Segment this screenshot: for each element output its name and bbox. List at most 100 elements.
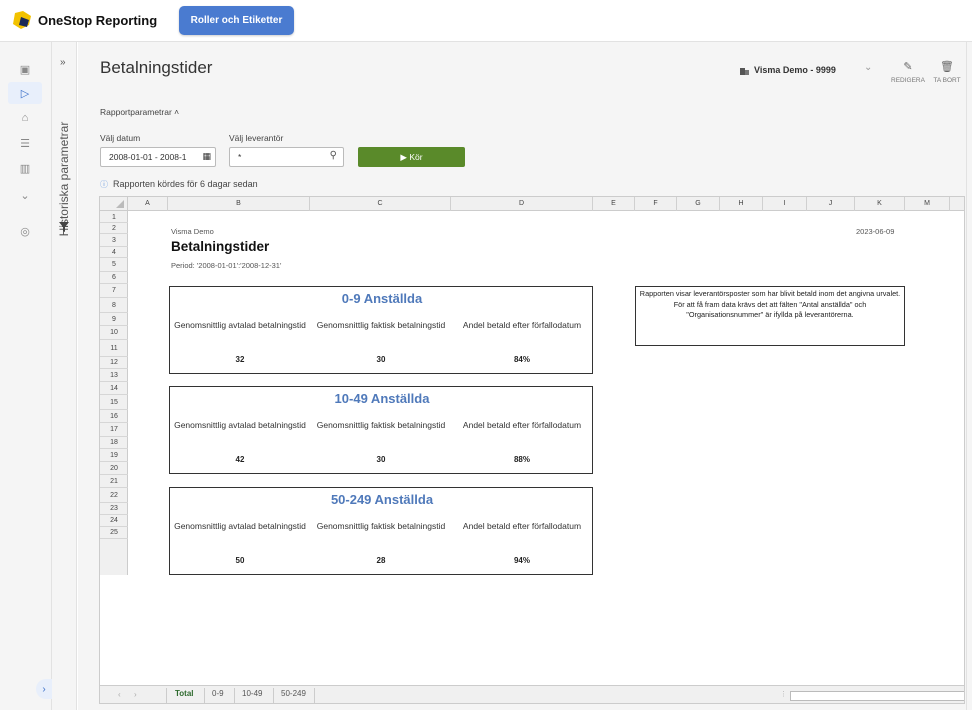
trash-icon: 🗑 [940, 61, 954, 73]
onestop-logo-icon [13, 11, 31, 29]
chevron-down-icon[interactable]: ⌄ [8, 184, 42, 206]
settings-icon[interactable]: ◎ [8, 220, 42, 242]
column-header[interactable]: F [635, 197, 677, 211]
row-header[interactable]: 20 [100, 462, 128, 475]
metric-label: Andel betald efter förfallodatum [462, 521, 582, 531]
metric-label: Genomsnittlig avtalad betalningstid [174, 521, 306, 531]
metric-value: 28 [376, 556, 386, 565]
column-header[interactable]: B [168, 197, 310, 211]
tab-50-249[interactable]: 50-249 [281, 689, 306, 698]
play-icon[interactable]: ▷ [8, 82, 42, 104]
metric-label: Genomsnittlig avtalad betalningstid [174, 420, 306, 430]
column-header[interactable]: K [855, 197, 905, 211]
search-icon[interactable]: ⚲ [330, 150, 337, 161]
row-header[interactable]: 1 [100, 212, 128, 223]
column-header[interactable]: M [905, 197, 950, 211]
metric-value: 30 [376, 455, 386, 464]
date-label: Välj datum [100, 133, 141, 143]
tab-total[interactable]: Total [175, 689, 194, 698]
building-icon [740, 68, 749, 75]
row-header[interactable]: 13 [100, 369, 128, 382]
group-title: 0-9 Anställda [341, 291, 423, 306]
group-title: 50-249 Anställda [330, 492, 434, 507]
metric-label: Genomsnittlig faktisk betalningstid [316, 521, 446, 531]
supplier-field[interactable]: * ⚲ [229, 147, 344, 167]
date-field[interactable]: 2008-01-01 - 2008-1 ▦ [100, 147, 216, 167]
row-header[interactable]: 11 [100, 340, 128, 357]
row-header[interactable]: 18 [100, 437, 128, 449]
lock-icon[interactable]: ⌂ [8, 107, 42, 129]
row-header[interactable]: 23 [100, 503, 128, 515]
group-title: 10-49 Anställda [334, 391, 430, 406]
row-header[interactable]: 19 [100, 449, 128, 462]
filter-icon[interactable] [59, 222, 69, 232]
row-header[interactable]: 5 [100, 258, 128, 272]
checklist-icon[interactable]: ☰ [8, 132, 42, 154]
column-header[interactable]: E [593, 197, 635, 211]
history-panel[interactable]: » Historiska parametrar [52, 42, 77, 710]
row-header[interactable]: 4 [100, 247, 128, 258]
row-header[interactable]: 25 [100, 527, 128, 539]
roles-and-labels-button[interactable]: Roller och Etiketter [179, 6, 294, 35]
edit-button[interactable]: ✎ REDIGERA [888, 60, 928, 84]
row-header[interactable]: 16 [100, 410, 128, 423]
expand-history-icon[interactable]: » [60, 57, 66, 68]
row-header[interactable]: 17 [100, 423, 128, 437]
sheet-tab-bar: ‹ › Total 0-9 10-49 50-249 ⋮ [100, 685, 964, 703]
column-header[interactable]: I [763, 197, 807, 211]
tab-10-49[interactable]: 10-49 [242, 689, 262, 698]
column-header[interactable]: J [807, 197, 855, 211]
horizontal-scrollbar[interactable] [790, 691, 964, 701]
row-header[interactable]: 22 [100, 488, 128, 503]
row-header[interactable]: 12 [100, 357, 128, 369]
column-header[interactable]: D [451, 197, 593, 211]
scroll-grip-icon: ⋮ [780, 691, 787, 698]
row-header[interactable]: 8 [100, 298, 128, 313]
expand-nav-button[interactable]: › [36, 679, 52, 699]
calendar-icon[interactable]: ▦ [202, 151, 211, 162]
library-icon[interactable]: ▥ [8, 157, 42, 179]
left-navigation: ▣ ▷ ⌂ ☰ ▥ ⌄ ◎ › [0, 42, 52, 710]
spreadsheet[interactable]: A B C D E F G H I J K M 1 2 3 4 5 6 7 8 9 10 11 12 1… [99, 196, 965, 704]
tab-next-icon[interactable]: › [134, 690, 137, 699]
tab-divider [204, 688, 205, 703]
tab-prev-icon[interactable]: ‹ [118, 690, 121, 699]
row-header[interactable]: 24 [100, 515, 128, 527]
row-header[interactable]: 21 [100, 475, 128, 488]
page-title: Betalningstider [100, 58, 213, 77]
info-icon: ⓘ [100, 180, 108, 189]
dashboard-icon[interactable]: ▣ [8, 58, 42, 80]
company-chevron-icon[interactable]: ⌄ [864, 62, 872, 73]
metric-value: 94% [513, 556, 530, 565]
tab-divider [314, 688, 315, 703]
company-selector[interactable]: Visma Demo - 9999 [754, 65, 836, 75]
metric-label: Genomsnittlig faktisk betalningstid [316, 420, 446, 430]
delete-button[interactable]: 🗑 TA BORT [927, 60, 967, 84]
row-headers: 1 2 3 4 5 6 7 8 9 10 11 12 13 14 15 16 17 18 19 20 21 22 23 24 2… [100, 211, 128, 575]
metric-value: 88% [513, 455, 530, 464]
report-parameters-toggle[interactable]: Rapportparametrar ˄ [100, 107, 179, 117]
row-header[interactable]: 3 [100, 234, 128, 247]
tab-0-9[interactable]: 0-9 [212, 689, 224, 698]
row-header[interactable]: 9 [100, 313, 128, 326]
row-header[interactable]: 6 [100, 272, 128, 284]
row-header[interactable]: 15 [100, 395, 128, 410]
report-title: Betalningstider [171, 239, 270, 254]
column-header[interactable]: G [677, 197, 720, 211]
row-header[interactable]: 10 [100, 326, 128, 340]
metric-value: 84% [513, 355, 530, 364]
row-header[interactable]: 2 [100, 223, 128, 234]
column-header[interactable]: H [720, 197, 763, 211]
metric-value: 42 [235, 455, 245, 464]
metric-value: 30 [376, 355, 386, 364]
select-all-corner[interactable] [100, 197, 128, 211]
metric-label: Andel betald efter förfallodatum [462, 320, 582, 330]
metric-value: 32 [235, 355, 245, 364]
row-header[interactable]: 7 [100, 284, 128, 298]
row-header[interactable]: 14 [100, 382, 128, 395]
run-info: ⓘ Rapporten kördes för 6 dagar sedan [100, 179, 258, 189]
column-header[interactable]: A [128, 197, 168, 211]
column-header[interactable]: C [310, 197, 451, 211]
metric-label: Genomsnittlig faktisk betalningstid [316, 320, 446, 330]
run-button[interactable]: ▶ Kör [358, 147, 465, 167]
